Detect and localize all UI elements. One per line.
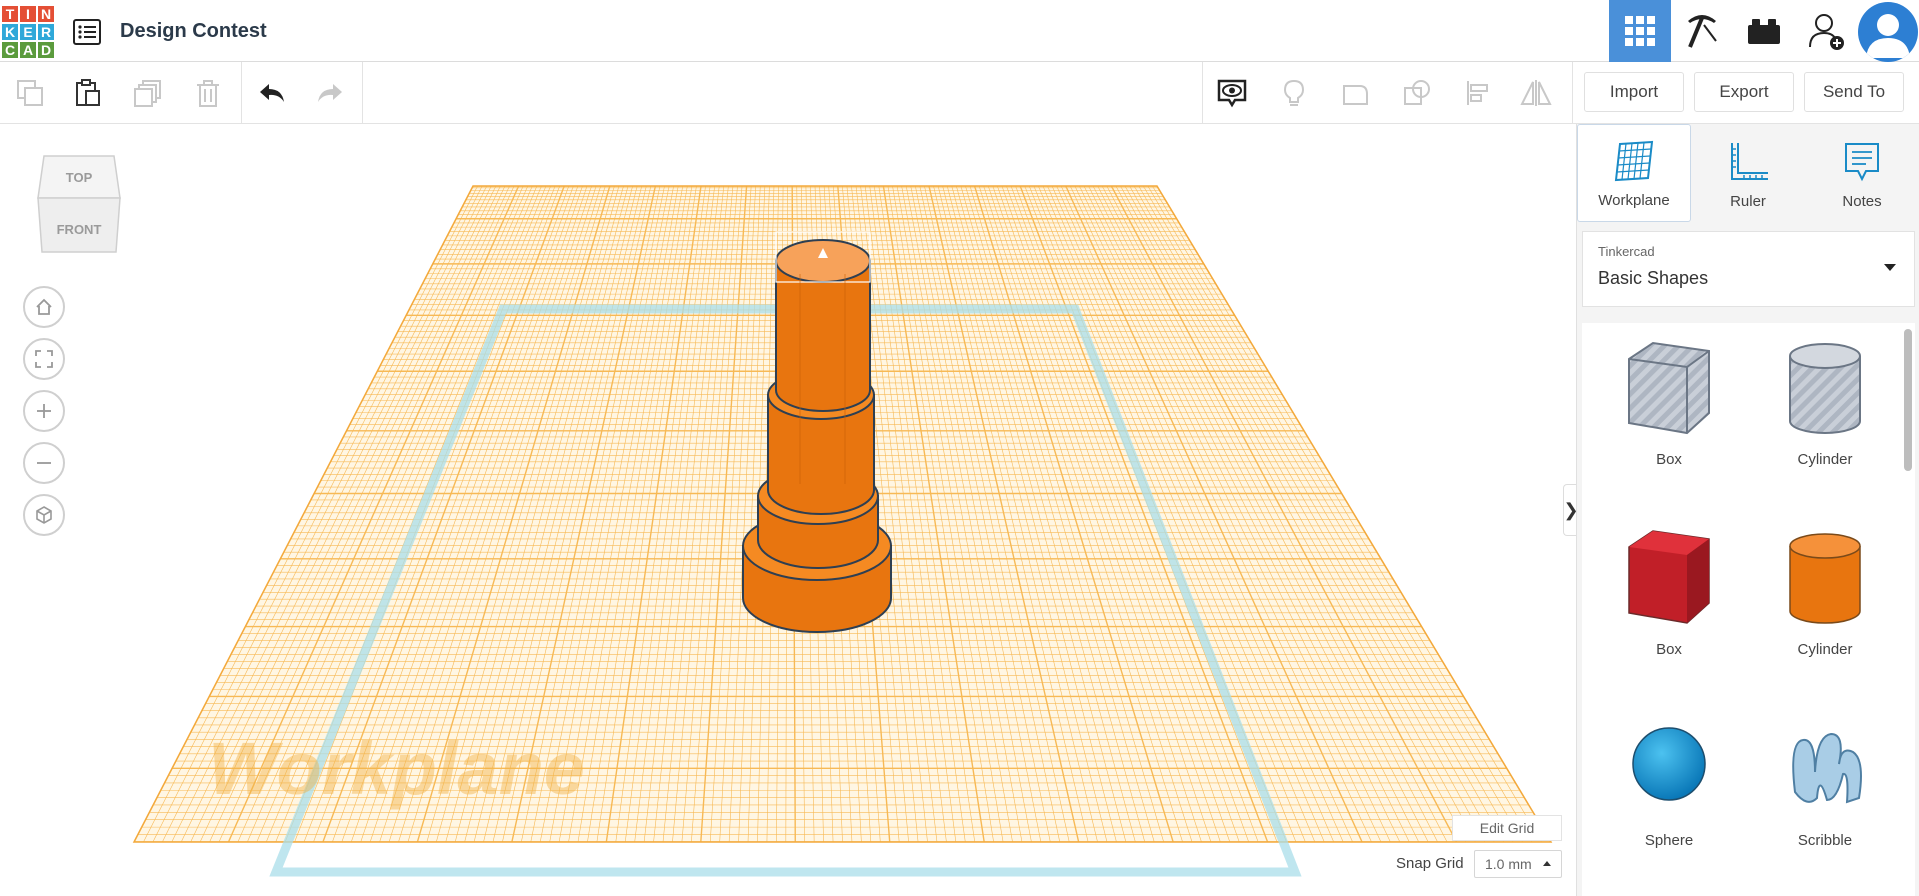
copy-icon[interactable] (12, 75, 48, 111)
view-cube-front[interactable]: FRONT (57, 222, 102, 237)
chevron-right-icon: ❯ (1563, 500, 1576, 521)
export-button[interactable]: Export (1694, 72, 1794, 112)
snap-grid-select[interactable]: 1.0 mm (1474, 850, 1562, 878)
tab-ruler-label: Ruler (1730, 193, 1766, 210)
collapse-panel-button[interactable]: ❯ (1563, 484, 1576, 536)
shape-grid: Box Cylinder Box Cylinder Sphere Scribbl… (1582, 323, 1915, 896)
shape-box-hole[interactable]: Box (1599, 323, 1739, 473)
light-bulb-icon[interactable] (1276, 75, 1312, 111)
add-user-icon[interactable] (1795, 0, 1857, 62)
bricks-icon[interactable] (1733, 0, 1795, 62)
snap-grid-value: 1.0 mm (1485, 856, 1532, 872)
box-icon (1628, 530, 1710, 624)
edit-grid-button[interactable]: Edit Grid (1452, 815, 1562, 841)
logo-letter: N (37, 5, 55, 23)
shapes-panel: Workplane Ruler Notes Tinkercad Basic Sh… (1576, 124, 1919, 896)
shape-label: Cylinder (1797, 641, 1853, 658)
import-button[interactable]: Import (1584, 72, 1684, 112)
view-cube-top[interactable]: TOP (66, 170, 93, 185)
library-name: Basic Shapes (1598, 268, 1709, 288)
shape-cylinder[interactable]: Cylinder (1755, 513, 1895, 663)
box-hole-icon (1628, 341, 1710, 435)
logo-letter: A (19, 41, 37, 59)
scribble-icon (1792, 732, 1862, 804)
align-icon[interactable] (1460, 75, 1496, 111)
sphere-icon (1632, 727, 1706, 801)
shape-sphere[interactable]: Sphere (1599, 704, 1739, 854)
view-cube[interactable]: TOP FRONT (36, 154, 122, 254)
design-title[interactable]: Design Contest (120, 20, 267, 43)
tinkercad-logo[interactable]: TINKERCAD (1, 5, 55, 59)
tab-notes-label: Notes (1842, 193, 1882, 210)
tab-workplane-label: Workplane (1598, 192, 1670, 209)
logo-letter: D (37, 41, 55, 59)
shape-library-select[interactable]: Tinkercad Basic Shapes (1582, 231, 1915, 307)
edit-toolbar: Import Export Send To (0, 62, 1919, 124)
redo-icon[interactable] (312, 75, 348, 111)
design-list-icon[interactable] (72, 17, 102, 47)
pickaxe-icon[interactable] (1671, 0, 1733, 62)
logo-letter: T (1, 5, 19, 23)
group-icon[interactable] (1337, 75, 1373, 111)
show-hide-icon[interactable] (1214, 75, 1250, 111)
grid-view-icon[interactable] (1609, 0, 1671, 62)
undo-icon[interactable] (254, 75, 290, 111)
perspective-icon[interactable] (23, 494, 65, 536)
home-view-icon[interactable] (23, 286, 65, 328)
logo-letter: C (1, 41, 19, 59)
shape-box[interactable]: Box (1599, 513, 1739, 663)
caret-up-icon (1543, 861, 1551, 866)
shape-label: Box (1656, 451, 1682, 468)
shape-label: Scribble (1797, 832, 1853, 849)
workplane-grid[interactable]: Workplane (0, 124, 1576, 896)
workplane-canvas[interactable]: Workplane TOP FRONT Edit Grid Snap Grid … (0, 124, 1576, 896)
logo-letter: E (19, 23, 37, 41)
logo-letter: I (19, 5, 37, 23)
cylinder-icon (1789, 533, 1861, 624)
shape-scribble[interactable]: Scribble (1755, 704, 1895, 854)
send-to-button[interactable]: Send To (1804, 72, 1904, 112)
cylinder-hole-icon (1789, 343, 1861, 434)
shape-label: Sphere (1644, 832, 1694, 849)
shape-cylinder-hole[interactable]: Cylinder (1755, 323, 1895, 473)
zoom-in-icon[interactable] (23, 390, 65, 432)
user-avatar[interactable] (1857, 0, 1919, 62)
zoom-out-icon[interactable] (23, 442, 65, 484)
delete-icon[interactable] (190, 75, 226, 111)
paste-icon[interactable] (70, 75, 106, 111)
duplicate-icon[interactable] (130, 75, 166, 111)
snap-grid-label: Snap Grid (1396, 855, 1464, 872)
workplane-watermark: Workplane (208, 727, 585, 810)
ungroup-icon[interactable] (1398, 75, 1434, 111)
mirror-icon[interactable] (1518, 75, 1554, 111)
tab-workplane[interactable]: Workplane (1577, 124, 1691, 222)
caret-down-icon (1884, 264, 1896, 271)
shape-label: Cylinder (1797, 451, 1853, 468)
logo-letter: K (1, 23, 19, 41)
workplane-icon (1614, 140, 1654, 182)
tab-ruler[interactable]: Ruler (1691, 124, 1805, 222)
shape-label: Box (1656, 641, 1682, 658)
tab-notes[interactable]: Notes (1805, 124, 1919, 222)
fit-view-icon[interactable] (23, 338, 65, 380)
library-source: Tinkercad (1598, 244, 1655, 259)
ruler-icon (1731, 143, 1768, 180)
logo-letter: R (37, 23, 55, 41)
app-header: TINKERCAD Design Contest (0, 0, 1919, 62)
notes-icon (1845, 143, 1879, 182)
panel-scrollbar[interactable] (1904, 329, 1912, 471)
